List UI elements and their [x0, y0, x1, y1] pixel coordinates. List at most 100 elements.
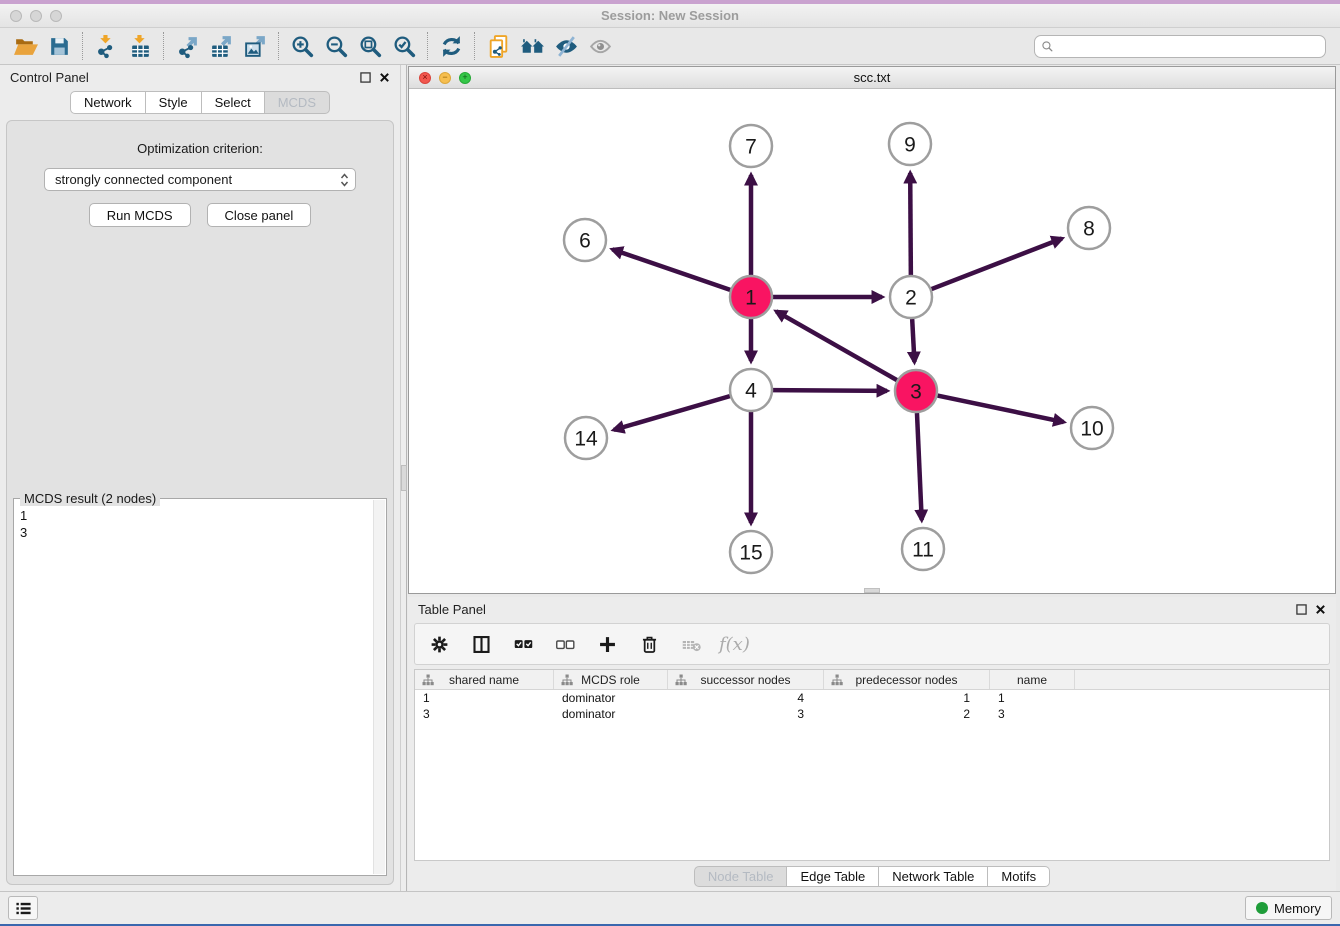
cell-successor-nodes[interactable]: 3: [668, 706, 824, 722]
flow-icon: [831, 674, 843, 686]
node-11[interactable]: 11: [902, 528, 944, 570]
show-panels-button[interactable]: [8, 896, 38, 920]
toolbar-separator: [427, 32, 428, 60]
criterion-dropdown[interactable]: strongly connected component: [44, 168, 356, 191]
tab-edge-table[interactable]: Edge Table: [787, 866, 879, 887]
edge-3-11[interactable]: [917, 413, 922, 520]
edge-4-14[interactable]: [614, 396, 730, 430]
close-panel-icon[interactable]: [1315, 604, 1326, 615]
node-8[interactable]: 8: [1068, 207, 1110, 249]
node-10[interactable]: 10: [1071, 407, 1113, 449]
zoom-selected-button[interactable]: [387, 30, 421, 62]
clear-column-selection-button[interactable]: [551, 630, 579, 658]
tab-network[interactable]: Network: [70, 91, 146, 114]
mcds-result-text[interactable]: 1 3: [20, 507, 372, 873]
run-mcds-button[interactable]: Run MCDS: [89, 203, 191, 227]
toolbar-separator: [82, 32, 83, 60]
application-window: Session: New Session Con: [0, 0, 1340, 926]
node-14[interactable]: 14: [565, 417, 607, 459]
cell-name[interactable]: 1: [990, 690, 1075, 706]
column-header-successor-nodes[interactable]: successor nodes: [668, 670, 824, 689]
node-3[interactable]: 3: [895, 370, 937, 412]
export-network-button[interactable]: [170, 30, 204, 62]
network-canvas[interactable]: 1 2 3 4 6 7 8 9 10 11 14 15: [409, 89, 1335, 593]
column-view-button[interactable]: [467, 630, 495, 658]
edge-1-6[interactable]: [612, 249, 730, 289]
cell-shared-name[interactable]: 1: [415, 690, 554, 706]
cell-successor-nodes[interactable]: 4: [668, 690, 824, 706]
show-all-button[interactable]: [583, 30, 617, 62]
table-row[interactable]: 1 dominator 4 1 1: [415, 690, 1329, 706]
mcds-result-title: MCDS result (2 nodes): [20, 491, 160, 506]
column-header-name[interactable]: name: [990, 670, 1075, 689]
table-row[interactable]: 3 dominator 3 2 3: [415, 706, 1329, 722]
network-from-selection-button[interactable]: [481, 30, 515, 62]
cell-name[interactable]: 3: [990, 706, 1075, 722]
cell-mcds-role[interactable]: dominator: [554, 690, 668, 706]
export-image-button[interactable]: [238, 30, 272, 62]
import-network-button[interactable]: [89, 30, 123, 62]
network-window-titlebar[interactable]: × − + scc.txt: [409, 67, 1335, 89]
edge-2-3[interactable]: [912, 319, 914, 362]
export-table-button[interactable]: [204, 30, 238, 62]
tab-mcds[interactable]: MCDS: [265, 91, 330, 114]
splitter-grip[interactable]: [401, 465, 407, 491]
function-builder-button[interactable]: f(x): [719, 634, 750, 655]
edge-4-3[interactable]: [773, 390, 887, 391]
cell-mcds-role[interactable]: dominator: [554, 706, 668, 722]
node-7[interactable]: 7: [730, 125, 772, 167]
node-4[interactable]: 4: [730, 369, 772, 411]
column-header-predecessor-nodes[interactable]: predecessor nodes: [824, 670, 990, 689]
node-2[interactable]: 2: [890, 276, 932, 318]
tab-style[interactable]: Style: [146, 91, 202, 114]
hide-selected-button[interactable]: [549, 30, 583, 62]
memory-button[interactable]: Memory: [1245, 896, 1332, 920]
canvas-resize-grip[interactable]: [864, 588, 880, 593]
cell-predecessor-nodes[interactable]: 1: [824, 690, 990, 706]
search-field[interactable]: [1034, 35, 1326, 58]
zoom-fit-button[interactable]: [353, 30, 387, 62]
float-panel-icon[interactable]: [360, 72, 371, 83]
float-panel-icon[interactable]: [1296, 604, 1307, 615]
open-session-button[interactable]: [8, 30, 42, 62]
zoom-in-button[interactable]: [285, 30, 319, 62]
delete-table-button[interactable]: [677, 630, 705, 658]
window-title: Session: New Session: [0, 8, 1340, 23]
result-scrollbar[interactable]: [373, 500, 385, 874]
create-column-button[interactable]: [593, 630, 621, 658]
close-panel-icon[interactable]: [379, 72, 390, 83]
table-settings-button[interactable]: [425, 630, 453, 658]
edge-2-9[interactable]: [910, 173, 911, 275]
import-table-icon: [128, 34, 153, 59]
tab-network-table[interactable]: Network Table: [879, 866, 988, 887]
cell-shared-name[interactable]: 3: [415, 706, 554, 722]
edge-3-10[interactable]: [938, 396, 1064, 423]
column-header-shared-name[interactable]: shared name: [415, 670, 554, 689]
open-folder-icon: [13, 34, 38, 59]
mcds-panel: Optimization criterion: strongly connect…: [6, 120, 394, 885]
node-1[interactable]: 1: [730, 276, 772, 318]
home-networks-button[interactable]: [515, 30, 549, 62]
select-all-columns-button[interactable]: [509, 630, 537, 658]
node-6[interactable]: 6: [564, 219, 606, 261]
cell-predecessor-nodes[interactable]: 2: [824, 706, 990, 722]
column-header-mcds-role[interactable]: MCDS role: [554, 670, 668, 689]
edge-3-1[interactable]: [776, 311, 897, 380]
panel-splitter[interactable]: [400, 65, 407, 891]
node-15[interactable]: 15: [730, 531, 772, 573]
search-input[interactable]: [1058, 39, 1319, 53]
edge-2-8[interactable]: [932, 238, 1062, 289]
node-9[interactable]: 9: [889, 123, 931, 165]
delete-column-button[interactable]: [635, 630, 663, 658]
save-session-button[interactable]: [42, 30, 76, 62]
zoom-out-button[interactable]: [319, 30, 353, 62]
close-panel-button[interactable]: Close panel: [207, 203, 312, 227]
tab-node-table[interactable]: Node Table: [694, 866, 788, 887]
apply-layout-button[interactable]: [434, 30, 468, 62]
gear-icon: [429, 634, 450, 655]
tab-select[interactable]: Select: [202, 91, 265, 114]
mac-titlebar: Session: New Session: [0, 4, 1340, 28]
import-table-button[interactable]: [123, 30, 157, 62]
tab-motifs[interactable]: Motifs: [988, 866, 1050, 887]
svg-text:15: 15: [739, 542, 762, 565]
